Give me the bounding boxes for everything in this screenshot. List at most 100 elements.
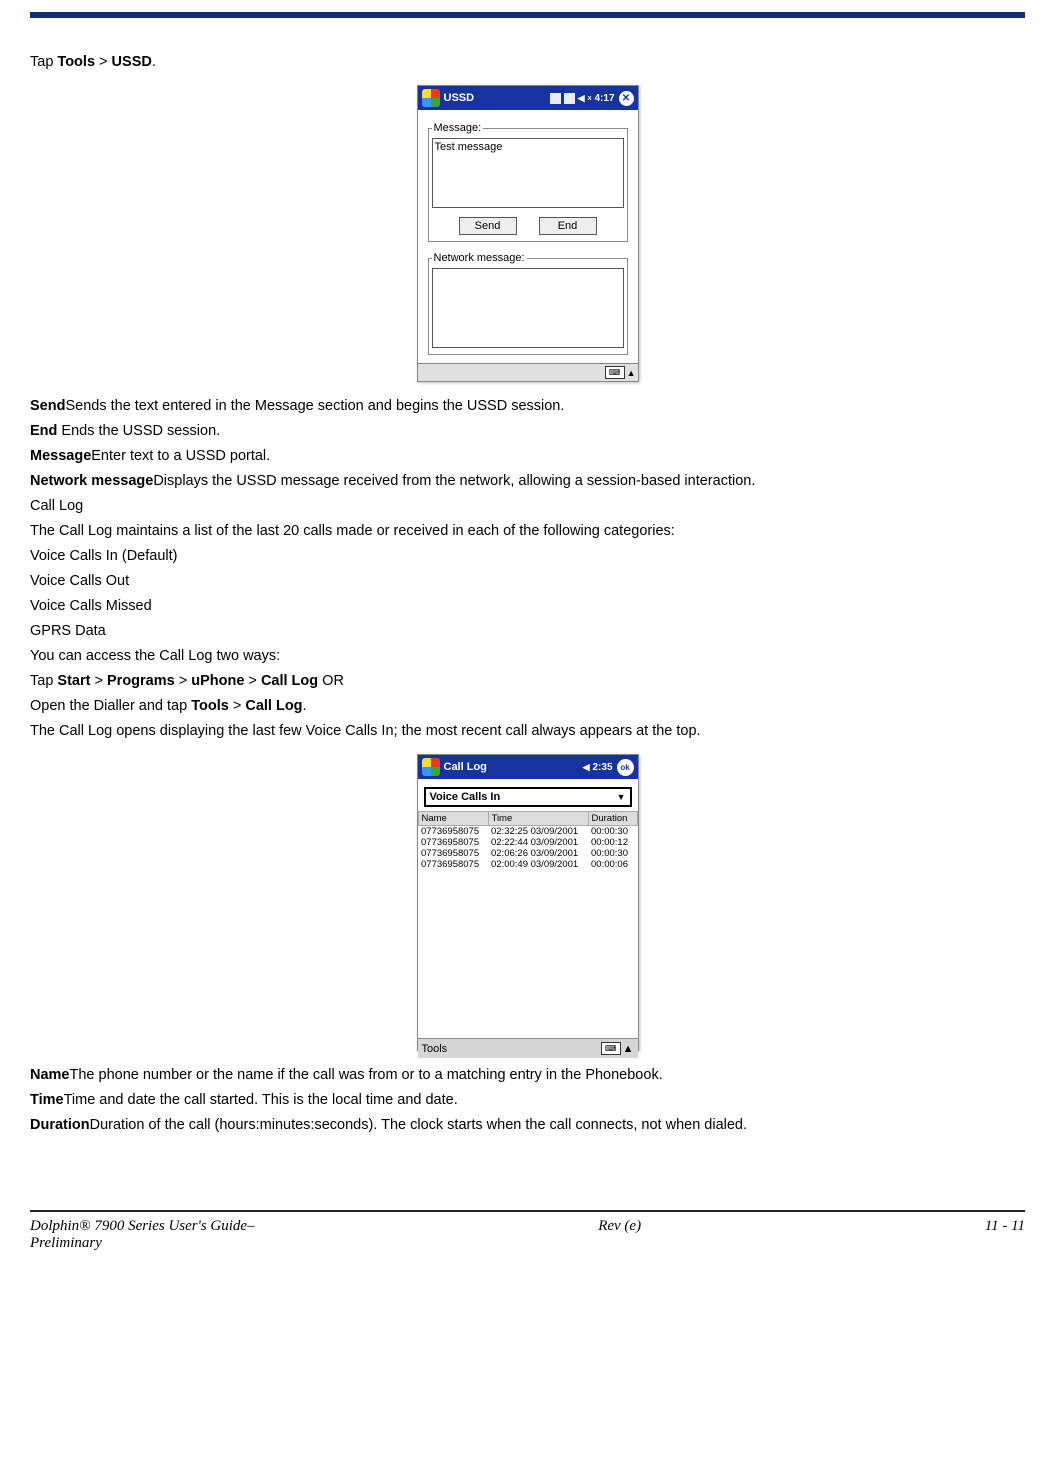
network-icon [564,93,575,104]
status-icons: x 4:17 [550,92,615,104]
t: Programs [107,673,175,689]
t: . [152,54,156,70]
t: USSD [112,54,152,70]
t: Open the Dialler and tap [30,698,191,714]
col-name[interactable]: Name [418,812,488,826]
combo-value: Voice Calls In [430,791,501,803]
term: Network message [30,473,153,489]
windows-flag-icon [422,89,440,107]
sip-bar: ⌨ ▲ [418,363,638,381]
cell: 00:00:30 [588,826,637,838]
cell: 02:32:25 03/09/2001 [488,826,588,838]
device-titlebar: USSD x 4:17 ✕ [418,86,638,110]
keyboard-icon[interactable]: ⌨ [601,1042,621,1055]
cell: 07736958075 [418,848,488,859]
footer-right: 11 - 11 [985,1218,1025,1252]
signal-icon [550,93,561,104]
cat-1: Voice Calls Out [30,571,1025,592]
tools-menu[interactable]: Tools [422,1043,448,1055]
t: Start [57,673,90,689]
chevron-down-icon: ▼ [617,792,626,802]
device-titlebar: Call Log 2:35 ok [418,755,638,779]
t: Call Log [261,673,318,689]
cell: 07736958075 [418,837,488,848]
t: > [244,673,261,689]
cell: 02:22:44 03/09/2001 [488,837,588,848]
t: > [175,673,192,689]
page-content: Tap Tools > USSD. USSD x 4:17 ✕ Message:… [0,18,1055,1150]
def-duration: DurationDuration of the call (hours:minu… [30,1115,1025,1136]
def-message: MessageEnter text to a USSD portal. [30,446,1025,467]
cat-3: GPRS Data [30,621,1025,642]
end-button[interactable]: End [539,217,597,235]
desc: Enter text to a USSD portal. [91,448,270,464]
cat-2: Voice Calls Missed [30,596,1025,617]
cat-0: Voice Calls In (Default) [30,546,1025,567]
send-button[interactable]: Send [459,217,517,235]
ussd-screenshot: USSD x 4:17 ✕ Message: Test message Send… [417,85,639,382]
t: Tools [57,54,95,70]
device-title: USSD [444,92,475,104]
def-time: TimeTime and date the call started. This… [30,1090,1025,1111]
sip-arrow-icon[interactable]: ▲ [627,368,636,378]
t: > [95,54,112,70]
cell: 07736958075 [418,826,488,838]
device-body: Voice Calls In ▼ Name Time Duration 0773… [418,787,638,1058]
table-row[interactable]: 0773695807502:06:26 03/09/200100:00:30 [418,848,637,859]
device-title: Call Log [444,761,487,773]
mute-x: x [588,95,592,102]
t: . [303,698,307,714]
table-row[interactable]: 0773695807502:00:49 03/09/200100:00:06 [418,859,637,870]
def-network: Network messageDisplays the USSD message… [30,471,1025,492]
device-menubar: Tools ⌨ ▲ [418,1038,638,1058]
cell: 00:00:06 [588,859,637,870]
cell: 07736958075 [418,859,488,870]
volume-icon [583,761,590,773]
t: Tap [30,673,57,689]
path2: Open the Dialler and tap Tools > Call Lo… [30,696,1025,717]
path1: Tap Start > Programs > uPhone > Call Log… [30,671,1025,692]
calllog-access: You can access the Call Log two ways: [30,646,1025,667]
t: > [90,673,107,689]
message-input[interactable]: Test message [432,138,624,208]
close-icon[interactable]: ✕ [619,91,634,106]
page-footer: Dolphin® 7900 Series User's Guide– Preli… [0,1218,1055,1272]
calllog-screenshot: Call Log 2:35 ok Voice Calls In ▼ Name T… [417,754,639,1051]
desc: Displays the USSD message received from … [153,473,755,489]
term: Duration [30,1117,90,1133]
message-legend: Message: [432,122,484,134]
network-message-area [432,268,624,348]
def-send: SendSends the text entered in the Messag… [30,396,1025,417]
keyboard-icon[interactable]: ⌨ [605,366,625,379]
footer-left: Dolphin® 7900 Series User's Guide– Preli… [30,1218,255,1252]
category-dropdown[interactable]: Voice Calls In ▼ [424,787,632,807]
desc: Duration of the call (hours:minutes:seco… [90,1117,747,1133]
footer-rule [30,1210,1025,1212]
cell: 00:00:30 [588,848,637,859]
def-name: NameThe phone number or the name if the … [30,1065,1025,1086]
col-time[interactable]: Time [488,812,588,826]
t: Tap [30,54,57,70]
t: OR [318,673,344,689]
clock-time: 2:35 [592,762,612,773]
network-message-group: Network message: [428,252,628,355]
calllog-intro: The Call Log maintains a list of the las… [30,521,1025,542]
t: > [229,698,246,714]
col-duration[interactable]: Duration [588,812,637,826]
sip-arrow-icon[interactable]: ▲ [623,1043,634,1055]
message-group: Message: Test message Send End [428,122,628,242]
t: uPhone [191,673,244,689]
footer-left-2: Preliminary [30,1235,255,1252]
device-body: Message: Test message Send End Network m… [418,110,638,381]
footer-left-1: Dolphin® 7900 Series User's Guide– [30,1218,255,1235]
table-row[interactable]: 0773695807502:32:25 03/09/200100:00:30 [418,826,637,838]
intro-line: Tap Tools > USSD. [30,52,1025,73]
t: Tools [191,698,229,714]
ok-button[interactable]: ok [617,759,634,776]
table-row[interactable]: 0773695807502:22:44 03/09/200100:00:12 [418,837,637,848]
windows-flag-icon [422,758,440,776]
def-end: End Ends the USSD session. [30,421,1025,442]
cell: 02:06:26 03/09/2001 [488,848,588,859]
term: End [30,423,57,439]
desc: Time and date the call started. This is … [64,1092,458,1108]
